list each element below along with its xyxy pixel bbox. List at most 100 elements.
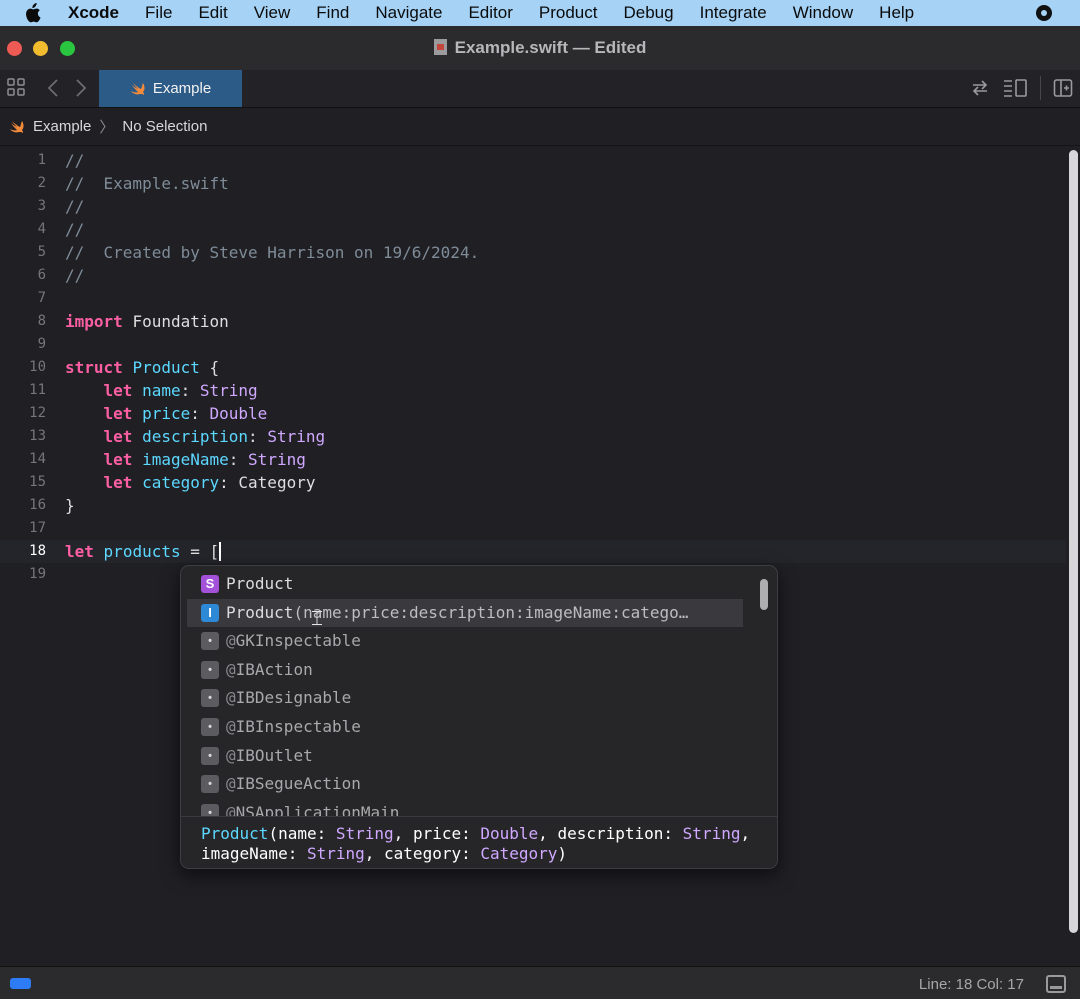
keyword-let: let bbox=[103, 427, 133, 446]
code-line: 15 let category: Category bbox=[0, 471, 1066, 494]
keyword-let: let bbox=[103, 381, 133, 400]
line-number: 16 bbox=[29, 497, 46, 513]
apple-logo-icon[interactable] bbox=[0, 3, 64, 23]
completion-item-selected[interactable]: I Product(name:price:description:imageNa… bbox=[187, 598, 743, 628]
attribute-at-sign: @ bbox=[226, 774, 236, 794]
property-name: name bbox=[142, 381, 181, 400]
code-line: 11 let name: String bbox=[0, 379, 1066, 402]
property-type: String bbox=[199, 381, 258, 400]
window-title-bar: Example.swift — Edited bbox=[0, 26, 1080, 70]
code-line: 12 let price: Double bbox=[0, 402, 1066, 425]
screen-record-icon[interactable] bbox=[1036, 5, 1052, 21]
back-chevron-icon[interactable] bbox=[47, 78, 59, 102]
attribute-at-sign: @ bbox=[226, 631, 236, 651]
editor-options-icon[interactable] bbox=[1002, 78, 1028, 102]
attribute-at-sign: @ bbox=[226, 659, 236, 679]
completion-item[interactable]: • @IBSegueAction bbox=[181, 770, 777, 799]
struct-name: Product bbox=[132, 358, 200, 377]
code-line: 5 // Created by Steve Harrison on 19/6/20… bbox=[0, 241, 1066, 264]
completion-list[interactable]: S Product I Product(name:price:descripti… bbox=[181, 570, 777, 816]
variable-name: products bbox=[103, 542, 181, 561]
forward-chevron-icon[interactable] bbox=[75, 78, 87, 102]
menu-window[interactable]: Window bbox=[780, 3, 866, 23]
completion-item-label: IBOutlet bbox=[235, 745, 313, 765]
attribute-at-sign: @ bbox=[226, 745, 236, 765]
completion-item[interactable]: S Product bbox=[181, 570, 777, 599]
code-line: 3 // bbox=[0, 195, 1066, 218]
menu-view[interactable]: View bbox=[241, 3, 304, 23]
line-number: 3 bbox=[37, 198, 46, 214]
jump-bar: Example 〉 No Selection bbox=[0, 108, 1080, 146]
editor-scrollbar[interactable] bbox=[1069, 150, 1078, 933]
tab-example-label: Example bbox=[152, 80, 212, 97]
open-brace: { bbox=[209, 358, 220, 377]
tab-example[interactable]: Example bbox=[99, 70, 242, 107]
swap-arrows-icon[interactable] bbox=[970, 78, 990, 102]
menu-navigate[interactable]: Navigate bbox=[362, 3, 455, 23]
completion-item-args: (name:price:description:imageName:catego… bbox=[293, 602, 689, 622]
completion-item-label: Product bbox=[226, 602, 294, 622]
completion-item[interactable]: • @IBOutlet bbox=[181, 742, 777, 771]
window-title: Example.swift — Edited bbox=[0, 38, 1080, 58]
completion-item[interactable]: • @IBAction bbox=[181, 656, 777, 685]
menu-integrate[interactable]: Integrate bbox=[687, 3, 780, 23]
attribute-badge-icon: • bbox=[201, 689, 219, 708]
comment: // bbox=[65, 151, 85, 170]
text-ibeam-cursor-icon: ⌶ bbox=[311, 606, 323, 630]
line-number: 10 bbox=[29, 359, 46, 375]
menu-edit[interactable]: Edit bbox=[185, 3, 240, 23]
code-line: 7 bbox=[0, 287, 1066, 310]
completion-item[interactable]: • @IBDesignable bbox=[181, 684, 777, 713]
code-line: 4 // bbox=[0, 218, 1066, 241]
keyword-let: let bbox=[65, 542, 94, 561]
line-number: 14 bbox=[29, 451, 46, 467]
signature-function: Product bbox=[201, 824, 269, 843]
keyword-let: let bbox=[103, 404, 133, 423]
attribute-at-sign: @ bbox=[226, 688, 236, 708]
keyword-struct: struct bbox=[65, 358, 123, 377]
menu-help[interactable]: Help bbox=[866, 3, 927, 23]
show-panel-icon[interactable] bbox=[1046, 975, 1066, 993]
grid-icon[interactable] bbox=[7, 78, 25, 100]
add-editor-icon[interactable] bbox=[1053, 78, 1073, 102]
completion-item-label: GKInspectable bbox=[235, 631, 361, 651]
completion-item-label: IBDesignable bbox=[235, 688, 352, 708]
line-number: 11 bbox=[29, 382, 46, 398]
menu-app-name[interactable]: Xcode bbox=[64, 3, 132, 23]
property-name: category bbox=[142, 473, 220, 492]
menu-find[interactable]: Find bbox=[303, 3, 362, 23]
attribute-badge-icon: • bbox=[201, 803, 219, 816]
menu-debug[interactable]: Debug bbox=[610, 3, 686, 23]
code-completion-popup: S Product I Product(name:price:descripti… bbox=[180, 565, 778, 869]
editor-tab-bar: Example bbox=[0, 70, 1080, 108]
swift-icon bbox=[130, 82, 145, 95]
property-type: Double bbox=[209, 404, 268, 423]
code-line: 8 import Foundation bbox=[0, 310, 1066, 333]
comment: // Example.swift bbox=[65, 174, 229, 193]
line-number: 17 bbox=[29, 520, 46, 536]
signature-type: String bbox=[682, 824, 741, 843]
keyword-let: let bbox=[103, 450, 133, 469]
property-name: imageName bbox=[142, 450, 229, 469]
swift-project-icon bbox=[10, 120, 24, 133]
code-line: 16} bbox=[0, 494, 1066, 517]
attribute-badge-icon: • bbox=[201, 632, 219, 651]
struct-badge-icon: S bbox=[201, 575, 219, 593]
completion-scrollbar[interactable] bbox=[760, 579, 768, 610]
breadcrumb-project[interactable]: Example bbox=[33, 118, 91, 135]
menu-file[interactable]: File bbox=[132, 3, 185, 23]
breadcrumb-selection[interactable]: No Selection bbox=[122, 118, 207, 135]
completion-item[interactable]: • @NSApplicationMain bbox=[181, 799, 777, 816]
completion-item[interactable]: • @IBInspectable bbox=[181, 713, 777, 742]
property-type: String bbox=[248, 450, 306, 469]
debug-area-toggle-icon[interactable] bbox=[10, 978, 31, 989]
completion-item[interactable]: • @GKInspectable bbox=[181, 627, 777, 656]
signature-type: String bbox=[335, 824, 394, 843]
line-number: 8 bbox=[37, 313, 46, 329]
signature-part: (name: bbox=[268, 824, 336, 843]
menu-editor[interactable]: Editor bbox=[455, 3, 525, 23]
attribute-badge-icon: • bbox=[201, 775, 219, 794]
menu-product[interactable]: Product bbox=[526, 3, 611, 23]
comment: // Created by Steve Harrison on 19/6/202… bbox=[65, 243, 480, 262]
attribute-badge-icon: • bbox=[201, 660, 219, 679]
